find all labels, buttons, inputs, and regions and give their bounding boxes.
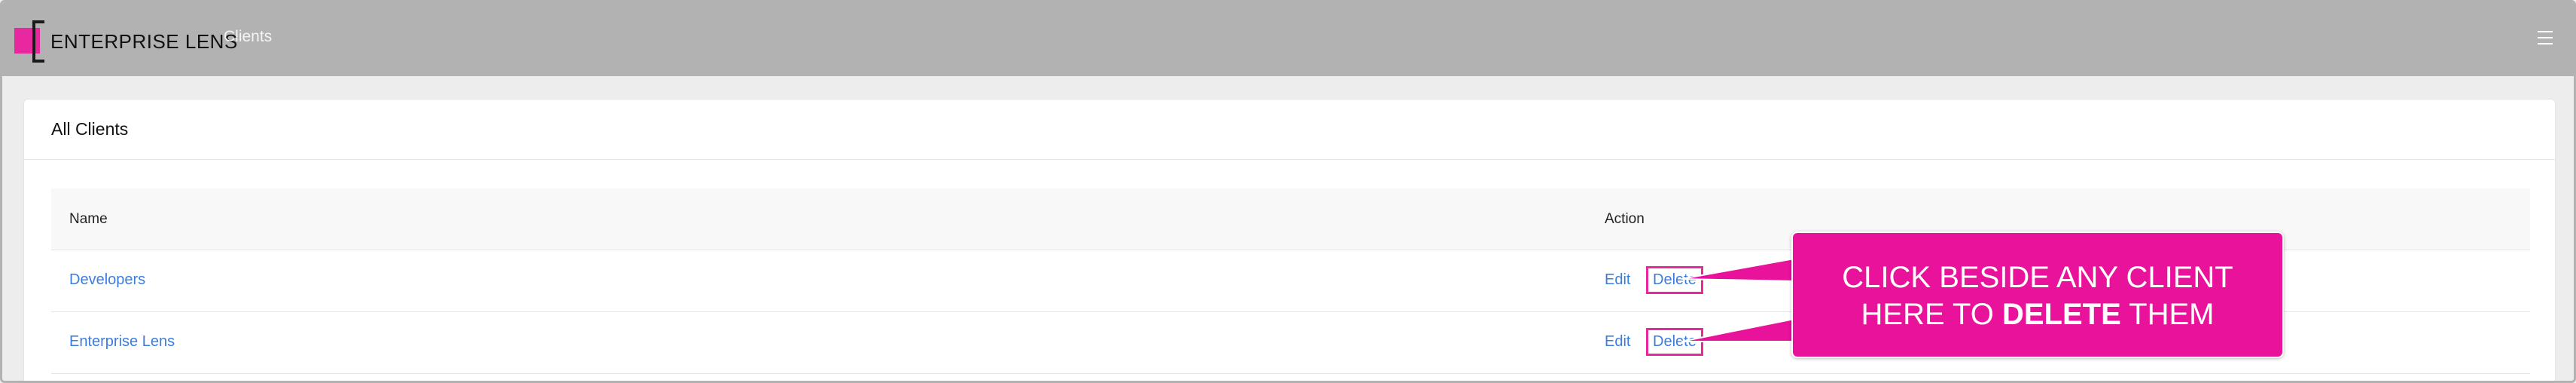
column-header-name: Name: [69, 211, 108, 227]
logo-bracket: [32, 20, 64, 63]
client-name-link[interactable]: Developers: [69, 271, 145, 289]
top-navbar: ENTERPRISE LENS Clients: [2, 2, 2574, 76]
delete-instruction-callout: CLICK BESIDE ANY CLIENT HERE TO DELETE T…: [1791, 231, 2284, 358]
app-window: ENTERPRISE LENS Clients All Clients Name…: [0, 0, 2576, 383]
callout-line-2-suffix: THEM: [2120, 298, 2215, 331]
logo-text: ENTERPRISE LENS: [50, 29, 238, 53]
client-name-link[interactable]: Enterprise Lens: [69, 333, 175, 351]
nav-link-clients[interactable]: Clients: [224, 28, 272, 46]
callout-line-2: HERE TO DELETE THEM: [1793, 296, 2282, 333]
callout-line-2-bold: DELETE: [2001, 298, 2121, 331]
callout-line-1: CLICK BESIDE ANY CLIENT: [1842, 261, 2233, 294]
callout-pointer-arrows: [1681, 257, 1795, 342]
edit-link[interactable]: Edit: [1605, 271, 1630, 289]
column-header-action: Action: [1605, 211, 1645, 227]
brand-logo[interactable]: ENTERPRISE LENS: [11, 20, 238, 63]
card-header: All Clients: [24, 100, 2555, 160]
page-title: All Clients: [51, 119, 129, 139]
callout-line-2-prefix: HERE TO: [1861, 298, 2002, 331]
edit-link[interactable]: Edit: [1605, 333, 1630, 351]
logo-mark-icon: [11, 20, 61, 63]
hamburger-menu-icon[interactable]: [2538, 31, 2553, 44]
